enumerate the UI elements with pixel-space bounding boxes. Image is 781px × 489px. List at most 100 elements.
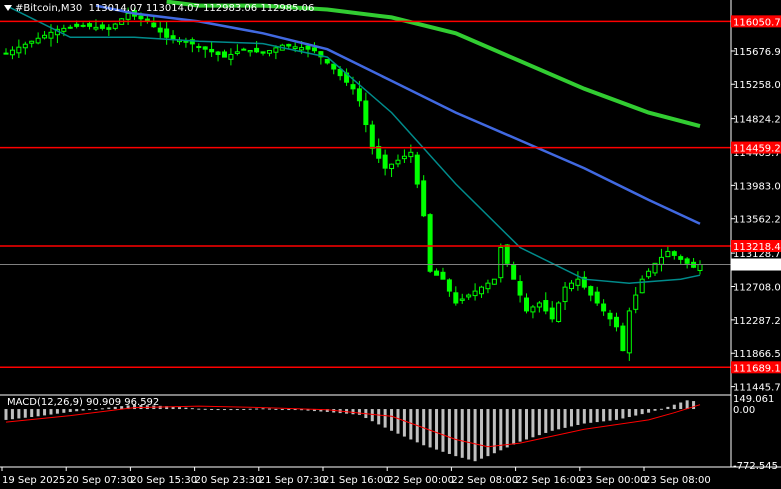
macd-histogram-bar — [23, 409, 27, 418]
candle-body — [125, 12, 131, 20]
y-tick-label: 115676.98 — [733, 47, 781, 58]
candle-body — [74, 23, 80, 27]
candle-body — [524, 297, 529, 312]
macd-header: MACD(12,26,9) 90.909 96.592 — [7, 397, 160, 408]
candle-body — [665, 250, 671, 258]
candle — [421, 175, 427, 218]
candle-body — [479, 286, 485, 295]
y-tick-label: 114824.25 — [733, 115, 781, 126]
candle — [504, 244, 510, 267]
candle-body — [106, 27, 112, 30]
candle-body — [209, 48, 215, 53]
macd-histogram-bar — [36, 409, 40, 417]
candle-body — [401, 155, 407, 160]
macd-histogram-bar — [659, 408, 663, 410]
macd-histogram-bar — [30, 409, 34, 418]
candle-body — [427, 214, 433, 272]
macd-histogram-bar — [454, 409, 458, 457]
candle-body — [369, 124, 375, 149]
symbol-dropdown-icon[interactable] — [4, 5, 12, 11]
candle-body — [363, 100, 369, 126]
x-tick-label: 20 Sep 07:30 — [66, 475, 133, 486]
macd-histogram-bar — [608, 409, 612, 421]
x-tick-label: 23 Sep 00:00 — [580, 475, 647, 486]
macd-histogram-bar — [512, 409, 516, 445]
candle-body — [42, 34, 48, 39]
macd-histogram-bar — [184, 407, 188, 410]
macd-histogram-bar — [499, 409, 503, 451]
candle-body — [613, 316, 619, 328]
macd-histogram-bar — [62, 409, 66, 413]
candle-body — [67, 26, 73, 29]
candle-body — [196, 46, 202, 49]
macd-histogram-bar — [203, 408, 207, 410]
candle-body — [3, 52, 9, 55]
candle-body — [434, 270, 440, 276]
candle-body — [183, 40, 189, 43]
macd-histogram-bar — [178, 407, 181, 410]
candle-body — [382, 154, 388, 169]
candle-body — [562, 286, 568, 303]
candle-body — [305, 45, 311, 50]
x-tick-label: 21 Sep 16:00 — [323, 475, 390, 486]
macd-histogram-bar — [473, 409, 477, 462]
candle-body — [472, 290, 478, 297]
macd-histogram-bar — [4, 409, 8, 420]
macd-histogram-bar — [441, 409, 445, 452]
price-tag-label: 116050.75 — [733, 17, 781, 28]
macd-histogram-bar — [505, 409, 509, 448]
candle-body — [485, 282, 491, 290]
candle — [414, 151, 420, 189]
candle-body — [556, 302, 562, 322]
candle-body — [260, 51, 266, 54]
candle-body — [389, 163, 395, 170]
candle-body — [671, 251, 677, 256]
candle-body — [221, 51, 227, 58]
macd-histogram-bar — [235, 409, 239, 411]
price-chart[interactable]: 116050.75 115676.98 115258.00 114824.25 1144… — [0, 0, 781, 489]
candle — [556, 301, 562, 323]
macd-histogram-bar — [557, 409, 561, 430]
macd-histogram-bar — [595, 409, 599, 423]
macd-histogram-bar — [17, 409, 21, 419]
candle-body — [408, 151, 414, 158]
candle-body — [466, 294, 472, 298]
candle-body — [620, 325, 626, 352]
candle-body — [575, 278, 581, 286]
candle — [626, 307, 632, 361]
candle-body — [350, 84, 356, 90]
candle-body — [414, 154, 420, 185]
chart-header: #Bitcoin,M30 113014.07 113014.07 112983.… — [4, 3, 314, 14]
candle-body — [286, 43, 292, 47]
candle-body — [164, 28, 170, 38]
candle-body — [324, 58, 330, 64]
price-tag-label: 113218.43 — [733, 242, 781, 253]
price-tag-label: 112985.06 — [733, 261, 781, 272]
candle — [620, 322, 626, 352]
candle-body — [331, 63, 337, 70]
candle-body — [678, 256, 684, 260]
x-tick-label: 23 Sep 08:00 — [644, 475, 711, 486]
macd-histogram-bar — [10, 409, 14, 420]
macd-histogram-bar — [679, 402, 683, 410]
candle-body — [639, 278, 645, 294]
macd-histogram-bar — [544, 409, 548, 433]
candle-body — [549, 307, 555, 320]
candle — [498, 243, 504, 283]
macd-histogram-bar — [100, 408, 104, 410]
macd-histogram-bar — [518, 409, 522, 442]
macd-histogram-bar — [370, 409, 374, 422]
candle-body — [440, 271, 446, 280]
macd-histogram-bar — [216, 409, 220, 411]
candle-body — [459, 298, 465, 301]
x-tick-label: 21 Sep 07:30 — [259, 475, 326, 486]
candle-body — [138, 15, 144, 20]
macd-histogram-bar — [640, 409, 644, 415]
candle-body — [594, 291, 600, 304]
candle-body — [273, 47, 279, 53]
candle-body — [61, 27, 67, 32]
candle-body — [266, 49, 272, 54]
candle-body — [504, 244, 510, 264]
candle-body — [9, 49, 15, 56]
macd-histogram-bar — [492, 409, 496, 454]
